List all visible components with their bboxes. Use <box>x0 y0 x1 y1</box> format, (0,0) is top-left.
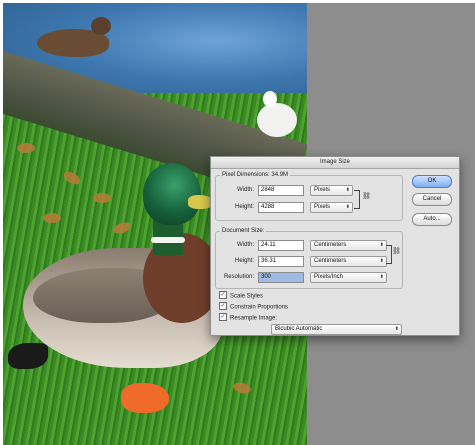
doc-height-unit-value: Centimeters <box>314 258 347 264</box>
chevron-updown-icon: ⬍ <box>379 274 384 280</box>
pixel-height-unit-value: Pixels <box>314 204 331 210</box>
mallard-head <box>143 163 201 225</box>
constrain-proportions-checkbox[interactable]: ✓ Constrain Proportions <box>219 302 289 312</box>
doc-width-label: Width: <box>236 242 254 248</box>
photoshop-workspace: Image Size Pixel Dimensions: 34.9M Width… <box>0 0 475 445</box>
document-size-group: Document Size: Width: 24.11 Centimeters … <box>215 227 403 289</box>
image-size-dialog: Image Size Pixel Dimensions: 34.9M Width… <box>210 156 460 336</box>
pixel-width-input[interactable]: 2848 <box>258 185 304 196</box>
document-size-label: Document Size: <box>220 227 267 236</box>
pixel-dimensions-heading: Pixel Dimensions: 34.9M <box>220 171 291 180</box>
resolution-input[interactable]: 300 <box>258 272 304 283</box>
chevron-updown-icon: ⬍ <box>345 204 350 210</box>
pixel-width-unit-select[interactable]: Pixels ⬍ <box>310 185 353 196</box>
scale-styles-checkbox[interactable]: ✓ Scale Styles <box>219 291 264 301</box>
pixel-dimensions-size: 34.9M <box>271 172 289 178</box>
doc-height-unit-select[interactable]: Centimeters ⬍ <box>310 256 387 267</box>
resolution-unit-value: Pixels/Inch <box>314 274 344 280</box>
resample-method-select[interactable]: Bicubic Automatic ⬍ <box>271 324 402 335</box>
pixel-height-label: Height: <box>234 204 254 210</box>
link-bracket <box>354 190 360 209</box>
checkbox-checked-icon: ✓ <box>219 302 227 310</box>
pixel-height-input[interactable]: 4288 <box>258 202 304 213</box>
doc-width-unit-select[interactable]: Centimeters ⬍ <box>310 240 387 251</box>
resample-method-value: Bicubic Automatic <box>275 326 323 332</box>
resolution-label: Resolution: <box>223 274 254 280</box>
cancel-button[interactable]: Cancel <box>412 193 452 206</box>
doc-height-input[interactable]: 36.31 <box>258 256 304 267</box>
chain-link-icon: ⛓ <box>362 193 371 200</box>
dialog-title[interactable]: Image Size <box>211 157 459 169</box>
doc-height-label: Height: <box>234 258 254 264</box>
swan <box>253 89 299 139</box>
chevron-updown-icon: ⬍ <box>379 242 384 248</box>
chain-link-icon: ⛓ <box>392 248 401 255</box>
resolution-unit-select[interactable]: Pixels/Inch ⬍ <box>310 272 387 283</box>
checkbox-checked-icon: ✓ <box>219 313 227 321</box>
pixel-dimensions-group: Pixel Dimensions: 34.9M Width: 2848 Pixe… <box>215 171 403 221</box>
pixel-height-unit-select[interactable]: Pixels ⬍ <box>310 202 353 213</box>
duck-head <box>91 17 111 35</box>
pixel-width-label: Width: <box>236 187 254 193</box>
doc-width-input[interactable]: 24.11 <box>258 240 304 251</box>
doc-width-unit-value: Centimeters <box>314 242 347 248</box>
chevron-updown-icon: ⬍ <box>394 326 399 332</box>
mallard-foot <box>121 383 169 413</box>
mallard-tail <box>8 343 48 369</box>
swan-body <box>257 103 297 137</box>
auto-button[interactable]: Auto... <box>412 213 452 226</box>
constrain-proportions-label: Constrain Proportions <box>230 304 289 311</box>
chevron-updown-icon: ⬍ <box>379 258 384 264</box>
resample-image-checkbox[interactable]: ✓ Resample Image: <box>219 313 278 323</box>
pixel-width-unit-value: Pixels <box>314 187 331 193</box>
checkbox-checked-icon: ✓ <box>219 291 227 299</box>
swan-head <box>263 91 277 107</box>
scale-styles-label: Scale Styles <box>230 293 264 300</box>
mallard-neck-ring <box>151 237 185 243</box>
background-duck <box>23 17 111 57</box>
resample-image-label: Resample Image: <box>230 315 278 322</box>
chevron-updown-icon: ⬍ <box>345 187 350 193</box>
ok-button[interactable]: OK <box>412 175 452 188</box>
fallen-leaf <box>17 143 35 153</box>
pixel-dimensions-label: Pixel Dimensions: <box>222 172 270 178</box>
